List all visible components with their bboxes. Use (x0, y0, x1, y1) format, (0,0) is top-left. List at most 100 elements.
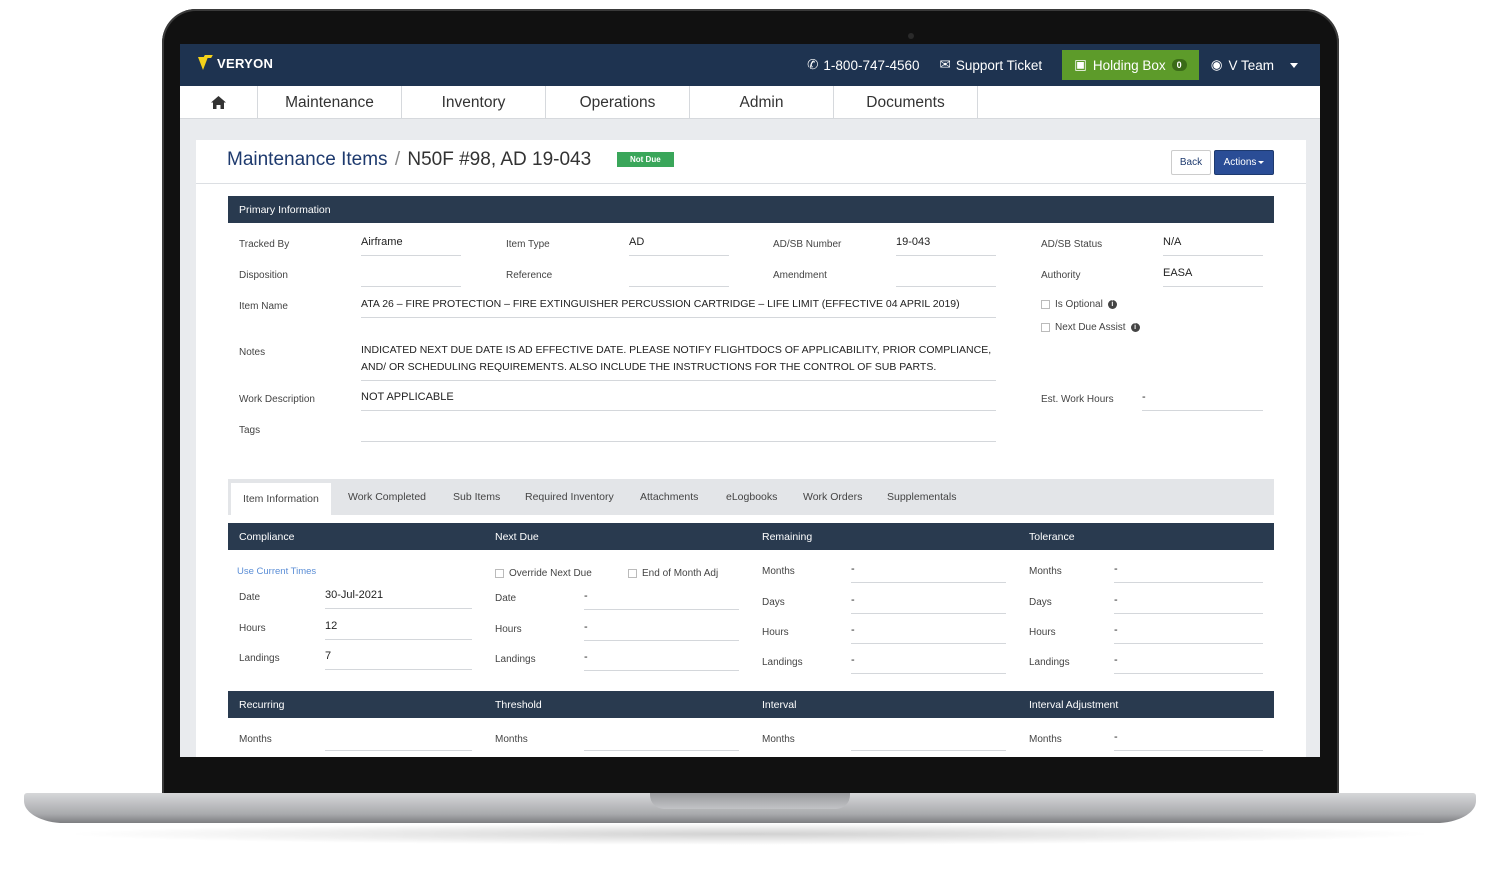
page-title: Maintenance Items / N50F #98, AD 19-043 (227, 149, 591, 171)
tags-field[interactable] (361, 420, 996, 442)
tolerance-landings-field[interactable]: - (1114, 652, 1263, 674)
user-menu[interactable]: ◉ V Team (1211, 57, 1298, 73)
recurring-header: Recurring Threshold Interval Interval Ad… (228, 691, 1274, 718)
nav-admin[interactable]: Admin (690, 86, 834, 119)
tolerance-hours-field[interactable]: - (1114, 622, 1263, 644)
remaining-landings-field[interactable]: - (851, 652, 1006, 674)
holding-box-button[interactable]: ▣ Holding Box 0 (1062, 50, 1199, 80)
authority-label: Authority (1041, 270, 1081, 281)
amendment-label: Amendment (773, 270, 827, 281)
next-due-date-field[interactable]: - (584, 588, 739, 610)
next-due-landings-field[interactable]: - (584, 649, 739, 671)
compliance-hours-field[interactable]: 12 (325, 618, 472, 640)
gift-box-icon: ▣ (1074, 57, 1087, 72)
reference-label: Reference (506, 270, 553, 281)
checkbox-box (1041, 323, 1050, 332)
laptop-shadow (60, 823, 1440, 845)
compliance-header: Compliance Next Due Remaining Tolerance (228, 523, 1274, 550)
interval-months-field[interactable] (851, 729, 1006, 751)
is-optional-label: Is Optional (1055, 299, 1103, 310)
tab-elogbooks[interactable]: eLogbooks (726, 479, 777, 515)
compliance-title: Compliance (239, 531, 295, 543)
work-description-field[interactable]: NOT APPLICABLE (361, 389, 996, 411)
remaining-title: Remaining (762, 531, 813, 543)
info-icon[interactable]: i (1130, 323, 1140, 332)
adsb-status-label: AD/SB Status (1041, 239, 1103, 250)
recurring-months-field[interactable] (325, 729, 472, 751)
item-name-field[interactable]: ATA 26 – FIRE PROTECTION – FIRE EXTINGUI… (361, 296, 996, 318)
compliance-date-field[interactable]: 30-Jul-2021 (325, 587, 472, 609)
item-name-label: Item Name (239, 301, 288, 312)
info-icon[interactable]: i (1107, 300, 1117, 309)
logo[interactable]: VERYON (198, 55, 273, 71)
compliance-landings-field[interactable]: 7 (325, 648, 472, 670)
home-icon (211, 96, 226, 109)
tolerance-landings-label: Landings (1029, 657, 1070, 668)
remaining-landings-label: Landings (762, 657, 803, 668)
next-due-assist-label: Next Due Assist (1055, 322, 1126, 333)
chevron-down-icon (1290, 62, 1298, 68)
threshold-title: Threshold (495, 699, 542, 711)
top-bar: VERYON ✆ 1-800-747-4560 ✉ Support Ticket… (180, 44, 1320, 86)
tab-work-completed[interactable]: Work Completed (348, 479, 426, 515)
checkbox-box (495, 569, 504, 578)
is-optional-checkbox[interactable]: Is Optional i (1041, 299, 1117, 310)
interval-months-label: Months (762, 734, 795, 745)
tab-work-orders[interactable]: Work Orders (803, 479, 862, 515)
remaining-days-field[interactable]: - (851, 592, 1006, 614)
tolerance-hours-label: Hours (1029, 627, 1056, 638)
nav-operations[interactable]: Operations (546, 86, 690, 119)
tab-sub-items[interactable]: Sub Items (453, 479, 500, 515)
disposition-field[interactable] (361, 265, 461, 287)
phone-link[interactable]: ✆ 1-800-747-4560 (807, 57, 919, 73)
notes-field[interactable]: INDICATED NEXT DUE DATE IS AD EFFECTIVE … (361, 342, 996, 381)
phone-icon: ✆ (807, 57, 819, 72)
tolerance-months-field[interactable]: - (1114, 561, 1263, 583)
adsb-status-field[interactable]: N/A (1163, 234, 1263, 256)
remaining-hours-field[interactable]: - (851, 622, 1006, 644)
next-due-title: Next Due (495, 531, 539, 543)
amendment-field[interactable] (896, 265, 996, 287)
tolerance-title: Tolerance (1029, 531, 1075, 543)
adsb-number-label: AD/SB Number (773, 239, 842, 250)
user-circle-icon: ◉ (1210, 57, 1223, 72)
threshold-months-label: Months (495, 734, 528, 745)
end-of-month-adj-checkbox[interactable]: End of Month Adj (628, 568, 718, 579)
reference-field[interactable] (629, 265, 729, 287)
next-due-hours-field[interactable]: - (584, 619, 739, 641)
est-work-hours-field[interactable]: - (1142, 389, 1263, 411)
end-of-month-adj-label: End of Month Adj (642, 568, 719, 579)
tab-required-inventory[interactable]: Required Inventory (525, 479, 614, 515)
actions-button[interactable]: Actions (1214, 150, 1274, 175)
tab-attachments[interactable]: Attachments (640, 479, 698, 515)
interval-title: Interval (762, 699, 797, 711)
primary-info-title: Primary Information (239, 204, 331, 216)
item-type-field[interactable]: AD (629, 234, 729, 256)
nav-home[interactable] (180, 86, 258, 119)
back-button[interactable]: Back (1171, 150, 1211, 175)
recurring-months-label: Months (239, 734, 272, 745)
nav-documents[interactable]: Documents (834, 86, 978, 119)
tolerance-days-field[interactable]: - (1114, 592, 1263, 614)
remaining-months-field[interactable]: - (851, 561, 1006, 583)
breadcrumb-root[interactable]: Maintenance Items (227, 149, 388, 170)
adsb-number-field[interactable]: 19-043 (896, 234, 996, 256)
interval-adjustment-months-field[interactable]: - (1114, 729, 1263, 751)
remaining-days-label: Days (762, 597, 785, 608)
compliance-landings-label: Landings (239, 653, 280, 664)
main-nav: Maintenance Inventory Operations Admin D… (180, 86, 1320, 119)
actions-label: Actions (1223, 157, 1257, 168)
camera-dot (908, 33, 914, 39)
support-ticket-link[interactable]: ✉ Support Ticket (940, 57, 1043, 73)
tracked-by-field[interactable]: Airframe (361, 234, 461, 256)
nav-inventory[interactable]: Inventory (402, 86, 546, 119)
tab-supplementals[interactable]: Supplementals (887, 479, 956, 515)
tab-item-information[interactable]: Item Information (231, 483, 331, 515)
authority-field[interactable]: EASA (1163, 265, 1263, 287)
screen: VERYON ✆ 1-800-747-4560 ✉ Support Ticket… (180, 44, 1320, 757)
next-due-assist-checkbox[interactable]: Next Due Assist i (1041, 322, 1140, 333)
nav-maintenance[interactable]: Maintenance (258, 86, 402, 119)
threshold-months-field[interactable] (584, 729, 739, 751)
use-current-times-link[interactable]: Use Current Times (237, 566, 316, 577)
override-next-due-checkbox[interactable]: Override Next Due (495, 568, 592, 579)
